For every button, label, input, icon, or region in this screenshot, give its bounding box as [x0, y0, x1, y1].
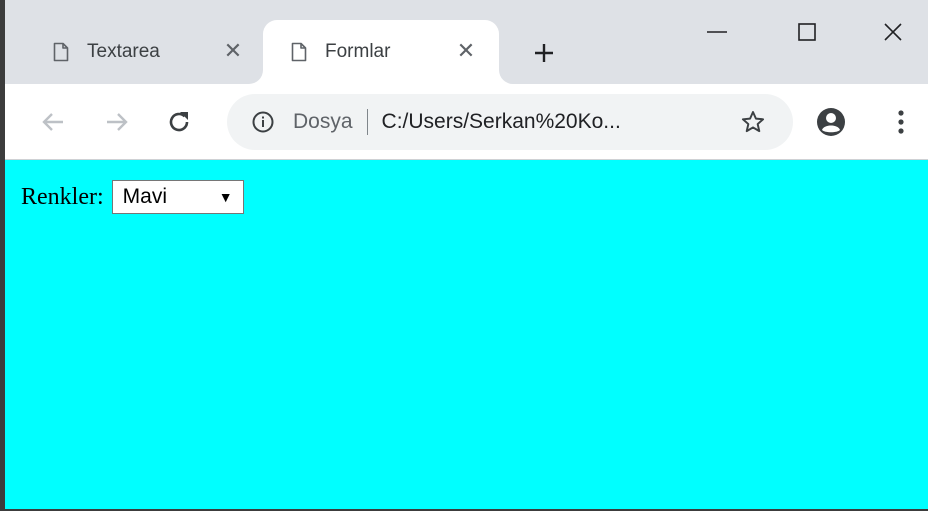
colors-label: Renkler: — [21, 183, 104, 210]
bookmark-star-icon[interactable] — [739, 108, 767, 136]
info-icon[interactable] — [251, 110, 275, 134]
form-row: Renkler: Mavi ▼ — [21, 180, 244, 214]
reload-icon — [169, 112, 189, 132]
colors-select[interactable]: Mavi ▼ — [111, 180, 244, 214]
new-tab-button[interactable] — [529, 38, 559, 68]
url-text[interactable]: C:/Users/Serkan%20Ko... — [382, 110, 621, 134]
back-button[interactable] — [33, 102, 73, 142]
forward-button[interactable] — [97, 102, 137, 142]
maximize-icon — [798, 23, 816, 41]
tab-textarea[interactable]: Textarea ✕ — [33, 20, 261, 84]
document-icon — [291, 42, 307, 62]
dropdown-arrow-icon: ▼ — [218, 189, 233, 205]
close-icon — [884, 23, 902, 41]
tab-close-icon[interactable]: ✕ — [454, 38, 478, 63]
reload-button[interactable] — [159, 102, 199, 142]
close-window-button[interactable] — [863, 12, 923, 52]
scheme-label: Dosya — [293, 110, 353, 133]
maximize-button[interactable] — [777, 12, 837, 52]
address-bar[interactable]: Dosya C:/Users/Serkan%20Ko... — [227, 94, 793, 150]
arrow-left-icon — [42, 113, 63, 131]
browser-window: Textarea ✕ Formlar ✕ Dosya C:/Users/Serk… — [0, 0, 928, 511]
browser-toolbar: Dosya C:/Users/Serkan%20Ko... — [5, 84, 928, 160]
tab-title: Formlar — [325, 41, 391, 62]
minimize-button[interactable] — [687, 12, 747, 52]
tab-strip: Textarea ✕ Formlar ✕ — [5, 0, 928, 84]
minimize-icon — [707, 31, 727, 33]
tab-formlar[interactable]: Formlar ✕ — [263, 20, 499, 84]
arrow-right-icon — [107, 113, 128, 131]
divider — [366, 109, 368, 135]
plus-icon — [535, 44, 553, 62]
profile-avatar-icon[interactable] — [815, 106, 847, 138]
page-content: Renkler: Mavi ▼ — [5, 160, 928, 509]
select-value: Mavi — [122, 185, 167, 208]
menu-kebab-icon[interactable] — [885, 106, 917, 138]
document-icon — [53, 42, 69, 62]
tab-close-icon[interactable]: ✕ — [221, 38, 245, 63]
tab-title: Textarea — [87, 41, 160, 62]
